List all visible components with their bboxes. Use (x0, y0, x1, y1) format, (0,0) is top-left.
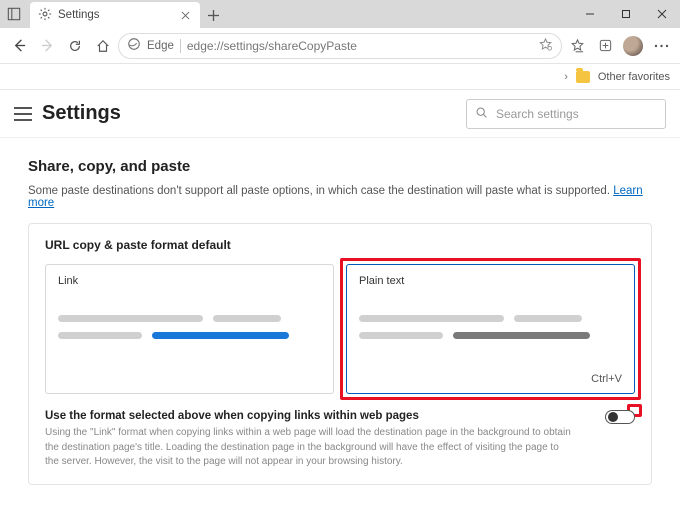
favorite-star-icon[interactable] (538, 37, 553, 55)
use-format-toggle[interactable] (605, 410, 635, 424)
browser-toolbar: Edge edge://settings/shareCopyPaste (0, 28, 680, 64)
close-window-button[interactable] (644, 0, 680, 28)
home-button[interactable] (90, 33, 116, 59)
settings-content: Share, copy, and paste Some paste destin… (0, 138, 680, 505)
address-bar[interactable]: Edge edge://settings/shareCopyPaste (118, 33, 562, 59)
search-settings-box[interactable] (466, 99, 666, 129)
search-input[interactable] (494, 106, 657, 122)
new-tab-button[interactable] (200, 2, 226, 28)
toggle-row: Use the format selected above when copyi… (45, 410, 635, 470)
minimize-button[interactable] (572, 0, 608, 28)
more-menu-button[interactable] (648, 33, 674, 59)
option-link-label: Link (58, 275, 321, 287)
edge-logo-icon (127, 37, 141, 54)
maximize-button[interactable] (608, 0, 644, 28)
toggle-title: Use the format selected above when copyi… (45, 410, 635, 422)
section-title: Share, copy, and paste (28, 158, 652, 175)
favorites-button[interactable] (564, 33, 590, 59)
option-link-preview (58, 315, 321, 339)
option-plain-preview (359, 315, 622, 339)
refresh-button[interactable] (62, 33, 88, 59)
back-button[interactable] (6, 33, 32, 59)
folder-icon (576, 71, 590, 83)
tab-title: Settings (58, 9, 172, 21)
tab-strip: Settings (0, 0, 572, 28)
chevron-right-icon[interactable]: › (564, 71, 568, 83)
collections-button[interactable] (592, 33, 618, 59)
profile-avatar[interactable] (620, 33, 646, 59)
toggle-description: Using the "Link" format when copying lin… (45, 426, 635, 470)
forward-button[interactable] (34, 33, 60, 59)
option-plain-hotkey: Ctrl+V (591, 373, 622, 385)
address-separator (180, 39, 181, 53)
settings-header: Settings (0, 90, 680, 138)
hamburger-menu-button[interactable] (14, 107, 32, 121)
other-favorites-link[interactable]: Other favorites (598, 71, 670, 83)
title-bar: Settings (0, 0, 680, 28)
address-url: edge://settings/shareCopyPaste (187, 39, 532, 53)
format-options: Link Plain text Ctrl+V (45, 264, 635, 394)
tab-close-button[interactable] (178, 8, 192, 22)
section-subtitle-text: Some paste destinations don't support al… (28, 185, 613, 197)
window-controls (572, 0, 680, 28)
option-link[interactable]: Link (45, 264, 334, 394)
card-title: URL copy & paste format default (45, 238, 635, 252)
option-plain-text[interactable]: Plain text Ctrl+V (346, 264, 635, 394)
tabs-overview-button[interactable] (0, 0, 28, 28)
gear-icon (38, 7, 52, 24)
url-format-card: URL copy & paste format default Link Pla… (28, 223, 652, 485)
page-title: Settings (42, 102, 244, 125)
option-plain-label: Plain text (359, 275, 622, 287)
search-icon (475, 106, 488, 122)
favorites-bar: › Other favorites (0, 64, 680, 90)
section-subtitle: Some paste destinations don't support al… (28, 185, 652, 209)
tab-settings[interactable]: Settings (30, 2, 200, 28)
address-app-label: Edge (147, 40, 174, 52)
